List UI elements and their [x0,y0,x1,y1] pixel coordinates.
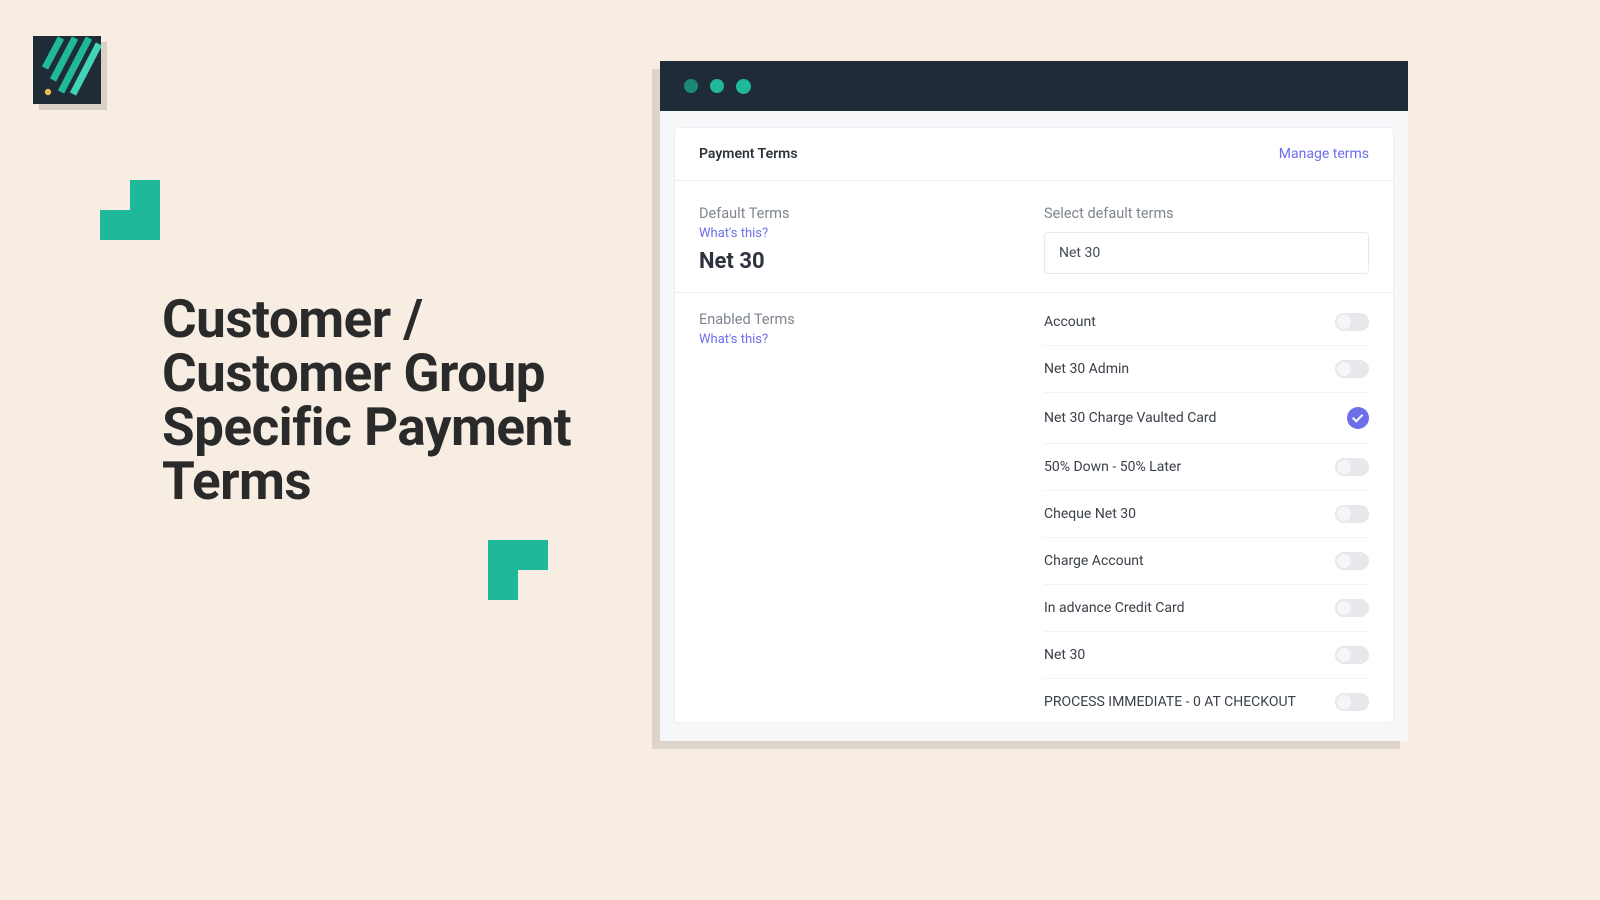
term-row: Cheque Net 30 [1044,491,1369,538]
term-label: Account [1044,314,1096,330]
app-logo [33,36,101,104]
term-row: Net 30 [1044,632,1369,679]
toggle-knob [1337,554,1351,568]
term-label: PROCESS IMMEDIATE - 0 AT CHECKOUT [1044,694,1296,710]
window-dot [710,79,724,93]
term-row: PROCESS IMMEDIATE - 0 AT CHECKOUT [1044,679,1369,725]
term-row: Net 30 Charge Vaulted Card [1044,393,1369,444]
toggle-knob [1337,648,1351,662]
enabled-terms-list: Account Net 30 Admin Net 30 Charge Vaulted… [1044,295,1369,725]
term-label: Net 30 Admin [1044,361,1129,377]
toggle-knob [1337,507,1351,521]
toggle-knob [1337,601,1351,615]
term-row: Charge Account [1044,538,1369,585]
window-dot [684,79,698,93]
page-headline: Customer / Customer Group Specific Payme… [162,292,602,508]
term-toggle[interactable] [1335,693,1369,711]
term-row: Account [1044,299,1369,346]
term-label: Net 30 Charge Vaulted Card [1044,410,1216,426]
term-label: Charge Account [1044,553,1144,569]
term-label: Net 30 [1044,647,1085,663]
logo-icon [33,36,101,104]
browser-window: Payment Terms Manage terms Default Terms… [660,61,1408,741]
term-row: In advance Credit Card [1044,585,1369,632]
window-dot [736,79,751,94]
window-titlebar [660,61,1408,111]
check-icon [1352,411,1363,422]
term-toggle[interactable] [1335,505,1369,523]
term-toggle[interactable] [1335,458,1369,476]
term-label: Cheque Net 30 [1044,506,1136,522]
term-row: 50% Down - 50% Later [1044,444,1369,491]
manage-terms-link[interactable]: Manage terms [1279,146,1369,162]
default-terms-whats-this-link[interactable]: What's this? [699,226,1024,241]
default-terms-label: Default Terms [699,205,1024,222]
term-label: 50% Down - 50% Later [1044,459,1181,475]
card-title: Payment Terms [699,146,798,162]
enabled-terms-label: Enabled Terms [699,311,1024,328]
term-toggle[interactable] [1335,599,1369,617]
decorative-shape [488,540,548,600]
term-toggle[interactable] [1335,646,1369,664]
term-toggle[interactable] [1347,407,1369,429]
decorative-shape [100,180,160,240]
term-label: In advance Credit Card [1044,600,1185,616]
term-row: Net 30 Admin [1044,346,1369,393]
toggle-knob [1337,362,1351,376]
toggle-knob [1337,695,1351,709]
term-toggle[interactable] [1335,313,1369,331]
term-toggle[interactable] [1335,552,1369,570]
section-divider [675,292,1393,293]
select-default-terms-label: Select default terms [1044,205,1369,222]
enabled-terms-whats-this-link[interactable]: What's this? [699,332,1024,347]
toggle-knob [1337,315,1351,329]
term-toggle[interactable] [1335,360,1369,378]
default-terms-value: Net 30 [699,249,1024,274]
payment-terms-card: Payment Terms Manage terms Default Terms… [674,127,1394,723]
default-terms-select[interactable]: Net 30 [1044,232,1369,274]
toggle-knob [1337,460,1351,474]
